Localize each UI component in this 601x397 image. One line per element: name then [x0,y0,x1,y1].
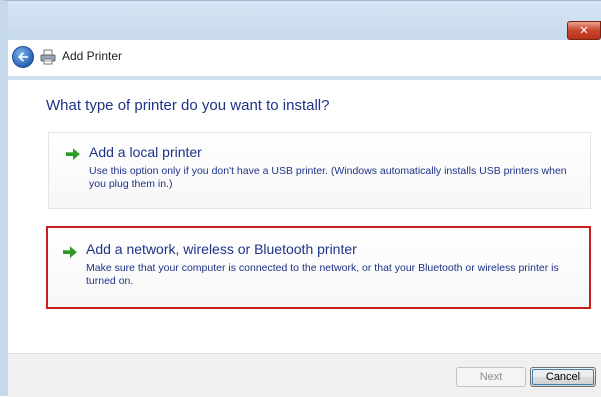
close-button[interactable]: ✕ [567,21,601,40]
next-button[interactable]: Next [456,367,526,387]
option-description: Make sure that your computer is connecte… [86,262,559,287]
option-title: Add a network, wireless or Bluetooth pri… [86,241,357,257]
option-description: Use this option only if you don't have a… [89,165,567,190]
back-arrow-icon [18,52,28,62]
printer-icon [40,49,56,65]
add-local-printer-option[interactable]: Add a local printer Use this option only… [48,132,591,209]
green-arrow-icon [66,148,80,160]
cancel-button[interactable]: Cancel [530,367,596,387]
green-arrow-icon [63,246,77,258]
add-network-printer-option[interactable]: Add a network, wireless or Bluetooth pri… [46,226,591,309]
question-heading: What type of printer do you want to inst… [46,97,330,114]
wizard-footer: Next Cancel [8,353,601,397]
back-button[interactable] [12,46,34,68]
wizard-header: Add Printer [8,40,601,76]
page-title: Add Printer [62,49,123,63]
add-printer-window: ✕ Add Printer What type of printer do yo… [0,0,601,397]
option-title: Add a local printer [89,144,202,160]
